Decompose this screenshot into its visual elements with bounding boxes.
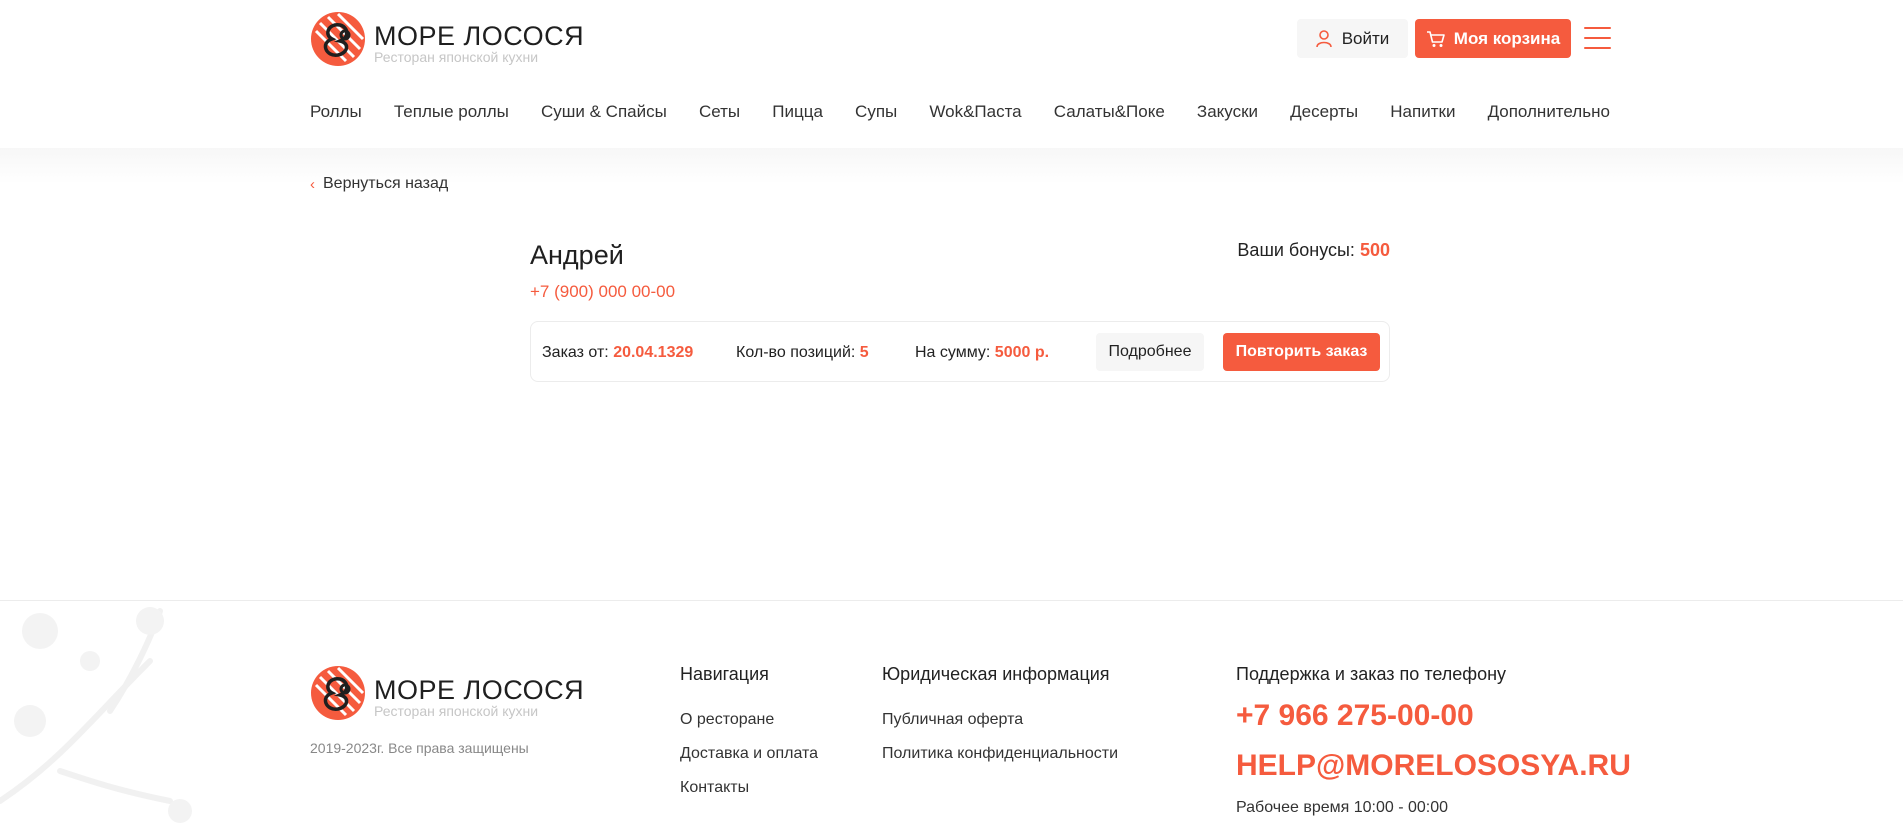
order-count-label: Кол-во позиций: [736, 344, 856, 361]
user-phone: +7 (900) 000 00-00 [530, 282, 676, 301]
footer-contact-title: Поддержка и заказ по телефону [1236, 664, 1507, 684]
login-button[interactable]: Войти [1297, 19, 1408, 58]
nav-item-sets[interactable]: Сеты [699, 102, 740, 122]
chevron-left-icon: ‹ [310, 175, 315, 193]
nav-item-salads[interactable]: Салаты&Поке [1054, 102, 1165, 122]
cart-label: Моя корзина [1453, 28, 1561, 48]
order-sum-label: На сумму: [915, 344, 991, 361]
nav-item-soups[interactable]: Супы [855, 102, 897, 122]
order-date: Заказ от: 20.04.1329 [542, 344, 693, 362]
header-logo[interactable]: МОРЕ ЛОСОСЯ Ресторан японской кухни [310, 11, 584, 67]
footer-brand-name: МОРЕ ЛОСОСЯ [374, 675, 585, 705]
user-name: Андрей [530, 240, 624, 270]
order-sum-value: 5000 р. [994, 344, 1050, 361]
login-label: Войти [1341, 28, 1390, 48]
order-date-value: 20.04.1329 [613, 344, 694, 361]
bonus-info: Ваши бонусы: 500 [1100, 240, 1390, 261]
order-card: Заказ от: 20.04.1329 Кол-во позиций: 5 Н… [530, 321, 1390, 382]
footer-email-link[interactable]: HELP@MORELOSOSYA.RU [1236, 749, 1631, 783]
site-header: МОРЕ ЛОСОСЯ Ресторан японской кухни Войт… [0, 0, 1903, 148]
footer-link-privacy[interactable]: Политика конфиденциальности [882, 745, 1118, 763]
back-label: Вернуться назад [323, 175, 449, 192]
order-count: Кол-во позиций: 5 [736, 344, 869, 362]
back-link[interactable]: ‹ Вернуться назад [310, 175, 448, 193]
footer-link-delivery[interactable]: Доставка и оплата [680, 745, 818, 763]
brand-name: МОРЕ ЛОСОСЯ [374, 21, 585, 51]
salmon-roll-logo-icon [311, 666, 365, 720]
nav-item-warm-rolls[interactable]: Теплые роллы [394, 102, 509, 122]
footer-work-hours: Рабочее время 10:00 - 00:00 [1236, 799, 1449, 816]
nav-item-rolls[interactable]: Роллы [310, 102, 362, 122]
brand-tagline: Ресторан японской кухни [374, 49, 539, 65]
nav-item-sushi[interactable]: Суши & Спайсы [541, 102, 667, 122]
footer-phone-link[interactable]: +7 966 275-00-00 [1236, 699, 1474, 733]
cart-button[interactable]: Моя корзина [1415, 19, 1571, 58]
nav-item-additional[interactable]: Дополнительно [1488, 102, 1610, 122]
nav-item-wok[interactable]: Wok&Паста [929, 102, 1021, 122]
copyright: 2019-2023г. Все права защищены [310, 740, 529, 756]
repeat-order-button[interactable]: Повторить заказ [1223, 333, 1380, 371]
footer-link-about[interactable]: О ресторане [680, 711, 774, 729]
order-count-value: 5 [859, 344, 869, 361]
order-date-label: Заказ от: [542, 344, 609, 361]
bonus-label: Ваши бонусы: [1237, 240, 1355, 260]
footer-link-offer[interactable]: Публичная оферта [882, 711, 1023, 729]
order-sum: На сумму: 5000 р. [915, 344, 1049, 362]
nav-item-drinks[interactable]: Напитки [1390, 102, 1455, 122]
footer-link-contacts[interactable]: Контакты [680, 779, 749, 797]
page: МОРЕ ЛОСОСЯ Ресторан японской кухни Войт… [0, 0, 1903, 830]
cart-icon [1426, 30, 1445, 47]
order-details-button[interactable]: Подробнее [1096, 333, 1204, 371]
footer-legal-title: Юридическая информация [882, 664, 1110, 684]
footer-logo[interactable]: МОРЕ ЛОСОСЯ Ресторан японской кухни [310, 665, 584, 721]
footer-brand-tagline: Ресторан японской кухни [374, 703, 539, 719]
bonus-value: 500 [1359, 240, 1390, 260]
category-nav: Роллы Теплые роллы Суши & Спайсы Сеты Пи… [310, 102, 1610, 122]
nav-item-pizza[interactable]: Пицца [772, 102, 823, 122]
hamburger-icon[interactable] [1584, 27, 1611, 49]
user-icon [1315, 29, 1332, 47]
nav-item-snacks[interactable]: Закуски [1197, 102, 1258, 122]
header-divider [0, 148, 1903, 184]
footer-nav-title: Навигация [680, 664, 769, 684]
nav-item-desserts[interactable]: Десерты [1290, 102, 1358, 122]
salmon-roll-logo-icon [311, 12, 365, 66]
